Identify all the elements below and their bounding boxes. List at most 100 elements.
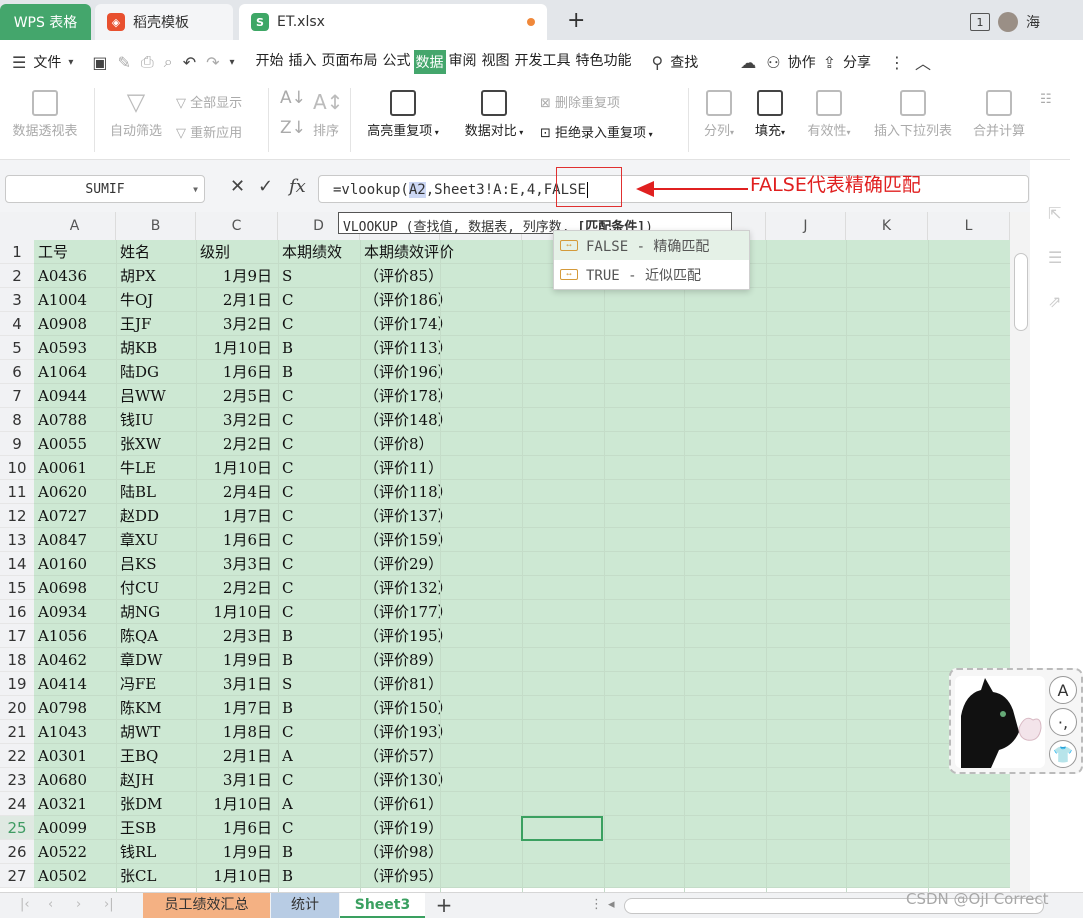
more-ribbon-icon[interactable]: ☷: [1040, 92, 1052, 107]
row-header[interactable]: 13: [0, 528, 34, 552]
more-chevron-icon[interactable]: ▾: [230, 57, 235, 68]
cell[interactable]: B: [278, 624, 360, 648]
collab-button[interactable]: 协作: [786, 52, 818, 72]
add-sheet-button[interactable]: +: [432, 893, 456, 918]
cell[interactable]: 王JF: [116, 312, 196, 336]
cell[interactable]: 钱IU: [116, 408, 196, 432]
cell[interactable]: 2月2日: [196, 432, 278, 456]
punctuation-icon[interactable]: ·,: [1049, 708, 1077, 736]
column-header[interactable]: A: [34, 212, 116, 240]
delete-duplicates-button[interactable]: ⊠ 删除重复项: [540, 92, 620, 111]
cell[interactable]: C: [278, 768, 360, 792]
fill-button[interactable]: 填充▾: [748, 90, 792, 139]
cell[interactable]: A0727: [34, 504, 116, 528]
row-header[interactable]: 10: [0, 456, 34, 480]
print-icon[interactable]: ⎙: [141, 52, 154, 72]
search-icon[interactable]: ⚲: [652, 53, 664, 72]
cell[interactable]: C: [278, 720, 360, 744]
cell[interactable]: 张XW: [116, 432, 196, 456]
cell[interactable]: 1月6日: [196, 528, 278, 552]
sheet-tab-sheet3[interactable]: Sheet3: [340, 893, 425, 918]
share-button[interactable]: 分享: [841, 52, 873, 72]
autocomplete-true[interactable]: ⟷ TRUE - 近似匹配: [554, 260, 749, 289]
cell[interactable]: 3月2日: [196, 312, 278, 336]
cell[interactable]: 3月1日: [196, 672, 278, 696]
more-icon[interactable]: ⋮: [889, 53, 905, 72]
data-compare-button[interactable]: 数据对比 ▾: [456, 90, 532, 139]
sort-button[interactable]: A↕ 排序: [306, 90, 346, 139]
cloud-sync-icon[interactable]: ☁: [740, 53, 756, 72]
cell[interactable]: 王BQ: [116, 744, 196, 768]
cell[interactable]: 赵JH: [116, 768, 196, 792]
cell[interactable]: 钱RL: [116, 840, 196, 864]
cell[interactable]: 2月2日: [196, 576, 278, 600]
cell[interactable]: 姓名: [116, 240, 196, 264]
autocomplete-false[interactable]: ⟷ FALSE - 精确匹配: [554, 231, 749, 260]
column-header[interactable]: C: [196, 212, 278, 240]
autofilter-button[interactable]: ▽ 自动筛选: [104, 90, 168, 139]
row-header[interactable]: 23: [0, 768, 34, 792]
row-header[interactable]: 7: [0, 384, 34, 408]
cell[interactable]: S: [278, 264, 360, 288]
cell[interactable]: A0620: [34, 480, 116, 504]
cell[interactable]: 牛OJ: [116, 288, 196, 312]
cell[interactable]: C: [278, 816, 360, 840]
cell[interactable]: A0522: [34, 840, 116, 864]
tab-et-xlsx[interactable]: S ET.xlsx: [239, 4, 547, 40]
cell[interactable]: 1月10日: [196, 336, 278, 360]
row-header[interactable]: 21: [0, 720, 34, 744]
cell[interactable]: 本期绩效: [278, 240, 360, 264]
row-header[interactable]: 5: [0, 336, 34, 360]
cell[interactable]: 1月10日: [196, 792, 278, 816]
cell[interactable]: 胡WT: [116, 720, 196, 744]
cell[interactable]: S: [278, 672, 360, 696]
tab-page-layout[interactable]: 页面布局: [320, 50, 380, 74]
cell[interactable]: A1064: [34, 360, 116, 384]
first-sheet-icon[interactable]: |‹: [20, 897, 30, 912]
cell[interactable]: A0908: [34, 312, 116, 336]
floating-assistant-widget[interactable]: A ·, 👕: [949, 668, 1083, 774]
selected-cell-b25[interactable]: [521, 816, 603, 841]
row-header[interactable]: 16: [0, 600, 34, 624]
sheet-tab-summary[interactable]: 员工绩效汇总: [143, 893, 270, 918]
cell[interactable]: A0502: [34, 864, 116, 888]
reapply-button[interactable]: ▽ 重新应用: [176, 122, 242, 141]
split-column-button[interactable]: 分列▾: [696, 90, 742, 139]
cell[interactable]: 吕KS: [116, 552, 196, 576]
tab-developer[interactable]: 开发工具: [513, 50, 573, 74]
cell[interactable]: 张CL: [116, 864, 196, 888]
row-header[interactable]: 2: [0, 264, 34, 288]
cell[interactable]: 赵DD: [116, 504, 196, 528]
row-header[interactable]: 3: [0, 288, 34, 312]
cell[interactable]: 1月10日: [196, 864, 278, 888]
settings-sliders-icon[interactable]: ☰: [1048, 248, 1062, 267]
last-sheet-icon[interactable]: ›|: [104, 897, 114, 912]
column-header[interactable]: L: [928, 212, 1010, 240]
confirm-icon[interactable]: ✓: [258, 176, 273, 197]
cell[interactable]: 章DW: [116, 648, 196, 672]
cell[interactable]: A0414: [34, 672, 116, 696]
row-header[interactable]: 22: [0, 744, 34, 768]
column-header[interactable]: K: [846, 212, 928, 240]
cell[interactable]: 张DM: [116, 792, 196, 816]
cell[interactable]: A: [278, 744, 360, 768]
row-header[interactable]: 19: [0, 672, 34, 696]
share-arrow-icon[interactable]: ⇗: [1048, 292, 1061, 311]
cell[interactable]: A0160: [34, 552, 116, 576]
select-all-corner[interactable]: [0, 212, 34, 240]
chevron-down-icon[interactable]: ▾: [68, 57, 73, 68]
row-header[interactable]: 26: [0, 840, 34, 864]
cell[interactable]: A0788: [34, 408, 116, 432]
shirt-icon[interactable]: 👕: [1049, 740, 1077, 768]
cell[interactable]: C: [278, 528, 360, 552]
cell[interactable]: A0321: [34, 792, 116, 816]
cell[interactable]: 王SB: [116, 816, 196, 840]
insert-dropdown-list-button[interactable]: 插入下拉列表: [866, 90, 960, 139]
cell[interactable]: 冯FE: [116, 672, 196, 696]
cell[interactable]: C: [278, 480, 360, 504]
row-header[interactable]: 14: [0, 552, 34, 576]
undo-icon[interactable]: ↶: [183, 53, 196, 72]
select-icon[interactable]: ⇱: [1048, 204, 1061, 223]
row-header[interactable]: 6: [0, 360, 34, 384]
more-sheets-icon[interactable]: ⋮: [590, 897, 603, 912]
